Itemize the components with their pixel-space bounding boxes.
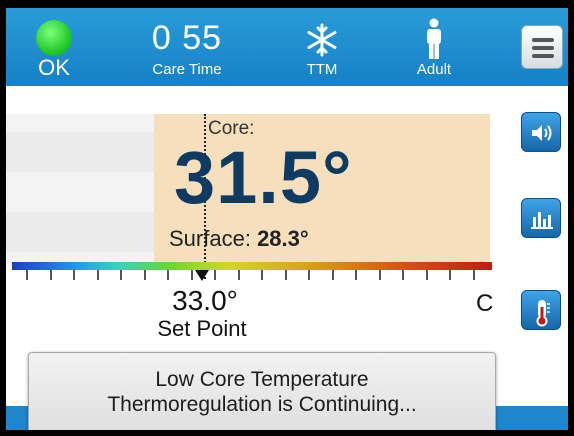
volume-button[interactable] [521, 112, 561, 152]
scale-tick [120, 270, 122, 280]
scale-tick [190, 270, 193, 280]
status-ok-indicator-icon [36, 20, 72, 56]
surface-temperature: Surface: 28.3° [169, 226, 309, 252]
alert-message-box[interactable]: Low Core Temperature Thermoregulation is… [28, 352, 496, 430]
scale-tick [26, 270, 28, 280]
speaker-icon [532, 125, 552, 141]
surface-label: Surface: [169, 226, 251, 251]
scale-tick [49, 270, 52, 280]
scale-tick [331, 270, 334, 280]
status-label: OK [38, 55, 70, 80]
temperature-button[interactable] [521, 290, 561, 330]
scale-tick [378, 270, 381, 280]
top-status-bar: OK 0 55 Care Time TTM Adult [6, 8, 568, 86]
hamburger-menu-icon [532, 38, 554, 42]
scale-tick [472, 270, 475, 280]
scale-tick [355, 270, 357, 280]
mode-label: TTM [306, 61, 338, 78]
scale-tick [402, 270, 404, 280]
bar-chart-icon [531, 212, 553, 229]
alert-line-2: Thermoregulation is Continuing... [107, 393, 417, 416]
device-frame: OK 0 55 Care Time TTM Adult Core: 31.5° … [0, 0, 574, 436]
temperature-scale-bar [12, 262, 492, 270]
scale-tick [449, 270, 451, 280]
core-temperature-value: 31.5° [174, 136, 353, 219]
trend-button[interactable] [521, 198, 561, 238]
scale-tick [425, 270, 428, 280]
patient-type-label: Adult [416, 61, 452, 78]
scale-tick [96, 270, 99, 280]
scale-tick [284, 270, 287, 280]
adult-person-icon [422, 18, 446, 60]
scale-tick [143, 270, 146, 280]
setpoint-label: Set Point [157, 316, 247, 341]
scale-tick [261, 270, 263, 280]
device-screen: OK 0 55 Care Time TTM Adult Core: 31.5° … [6, 8, 568, 430]
scale-tick [214, 270, 216, 280]
thermometer-icon [536, 300, 550, 327]
menu-button[interactable] [521, 25, 563, 69]
setpoint-value[interactable]: 33.0° [160, 286, 250, 316]
care-time-value: 0 55 [151, 19, 223, 57]
snowflake-icon [304, 22, 340, 58]
alert-line-1: Low Core Temperature [155, 368, 369, 391]
history-strip [6, 114, 154, 264]
scale-tick [73, 270, 75, 280]
temperature-scale-ticks [12, 270, 492, 282]
setpoint-arrow-icon [195, 270, 209, 281]
surface-temperature-value: 28.3° [257, 226, 309, 251]
scale-tick [237, 270, 240, 280]
care-time-label: Care Time [152, 61, 222, 78]
temperature-unit: C [476, 290, 494, 317]
scale-tick [167, 270, 169, 280]
scale-tick [308, 270, 310, 280]
